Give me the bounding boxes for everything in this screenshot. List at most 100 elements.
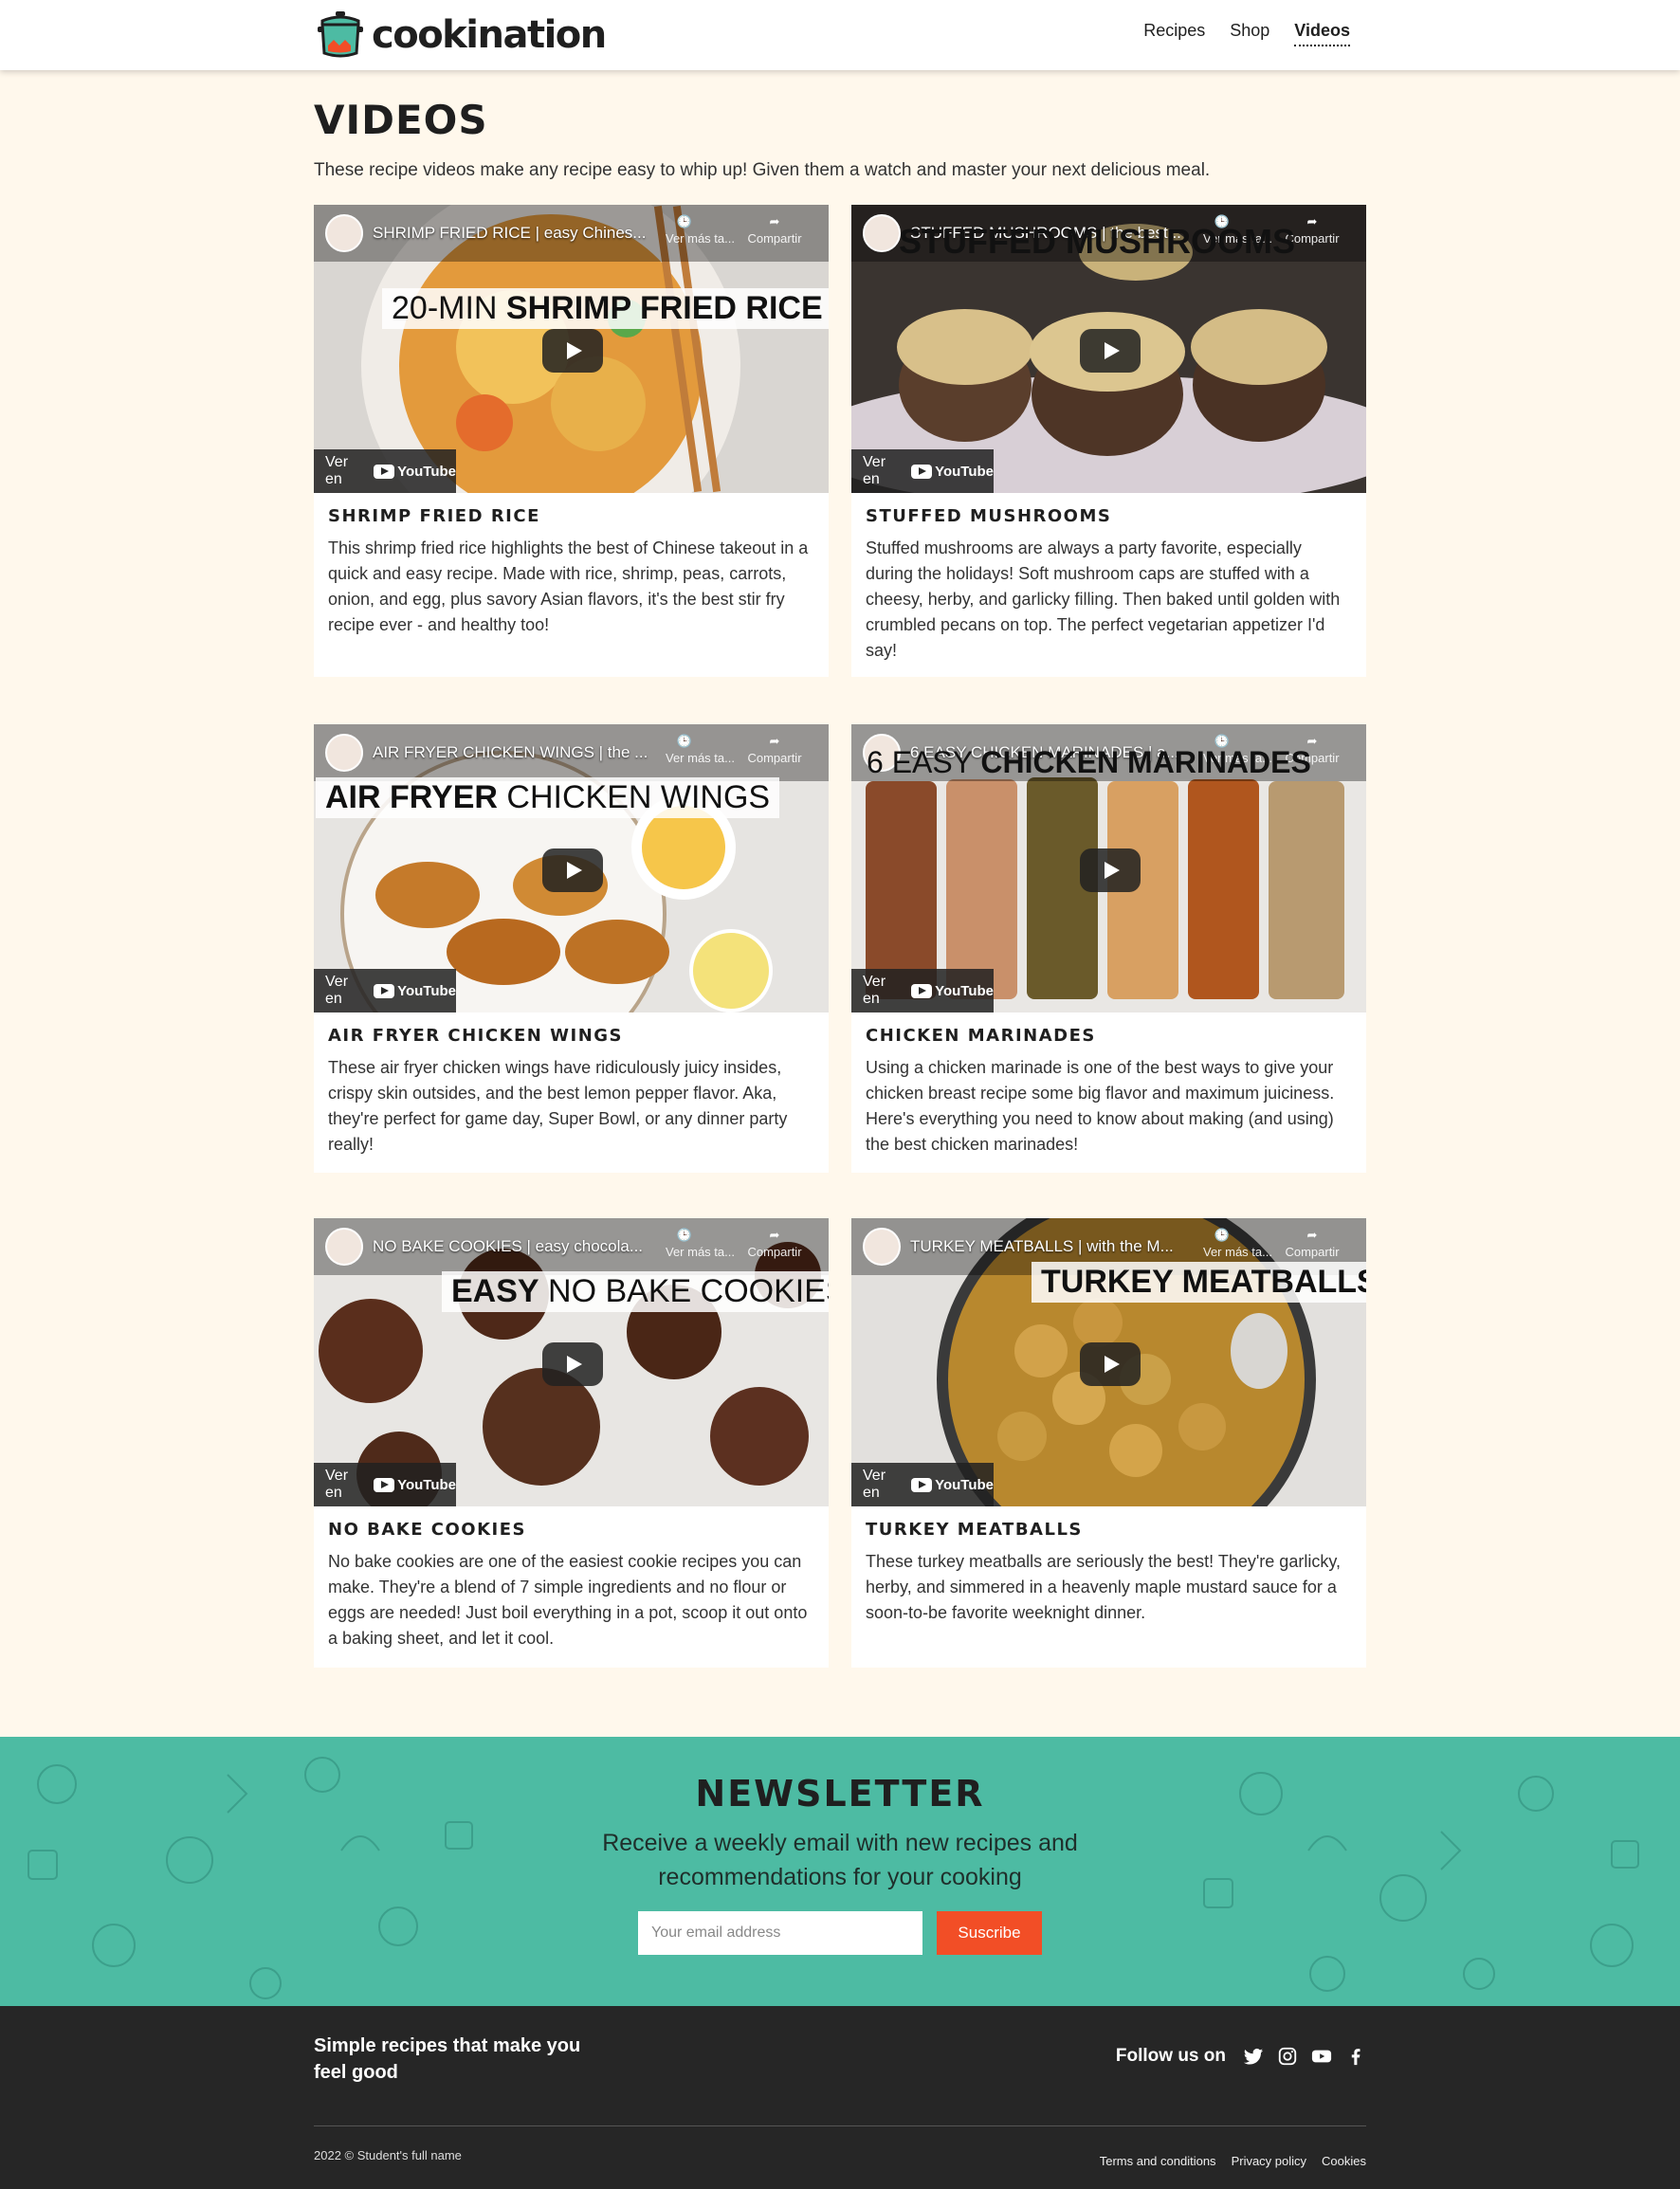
youtube-logo-icon: YouTube	[374, 983, 456, 999]
card-description: Using a chicken marinade is one of the b…	[866, 1058, 1335, 1154]
social-links: Follow us on	[1116, 2046, 1366, 2067]
terms-link[interactable]: Terms and conditions	[1100, 2154, 1216, 2168]
video-banner: TURKEY MEATBALLS	[1032, 1262, 1366, 1303]
youtube-logo-icon: YouTube	[374, 464, 456, 480]
share-icon: ➦	[769, 734, 780, 748]
page-title: VIDEOS	[314, 97, 488, 143]
clock-icon: 🕒	[676, 1228, 693, 1242]
youtube-logo-icon: YouTube	[374, 1477, 456, 1493]
watch-later-button[interactable]: 🕒 Ver más ta...	[666, 1228, 735, 1259]
youtube-logo-icon: YouTube	[911, 464, 994, 480]
video-card: TURKEY MEATBALLS | with the M... 🕒 Ver m…	[851, 1218, 1366, 1668]
copyright-text: 2022 © Student's full name	[314, 2148, 462, 2162]
facebook-icon[interactable]	[1345, 2046, 1366, 2067]
newsletter-title: NEWSLETTER	[695, 1773, 985, 1815]
share-icon: ➦	[769, 214, 780, 228]
card-title: CHICKEN MARINADES	[866, 1026, 1096, 1046]
newsletter-description: Receive a weekly email with new recipes …	[602, 1830, 1078, 1890]
share-button[interactable]: ➦ Compartir	[741, 1228, 808, 1259]
cooking-pot-icon	[318, 11, 363, 58]
site-logo[interactable]: cookination	[317, 9, 607, 61]
card-title: AIR FRYER CHICKEN WINGS	[328, 1026, 623, 1046]
video-card: NO BAKE COOKIES | easy chocola... 🕒 Ver …	[314, 1218, 829, 1668]
share-button[interactable]: ➦ Compartir	[1279, 1228, 1345, 1259]
video-overlay-title[interactable]: SHRIMP FRIED RICE | easy Chines...	[373, 224, 646, 243]
play-button[interactable]	[1080, 329, 1141, 373]
card-title: STUFFED MUSHROOMS	[866, 506, 1112, 526]
video-embed[interactable]: SHRIMP FRIED RICE | easy Chines... 🕒 Ver…	[314, 205, 829, 493]
video-banner: AIR FRYER CHICKEN WINGS	[316, 777, 780, 818]
watch-on-youtube-button[interactable]: Ver en YouTube	[851, 449, 994, 493]
watch-later-button[interactable]: 🕒 Ver más ta...	[666, 734, 735, 765]
video-embed[interactable]: AIR FRYER CHICKEN WINGS | the ... 🕒 Ver …	[314, 724, 829, 1012]
subscribe-button[interactable]: Suscribe	[937, 1911, 1042, 1955]
share-icon: ➦	[769, 1228, 780, 1242]
cookies-link[interactable]: Cookies	[1322, 2154, 1366, 2168]
nav-shop[interactable]: Shop	[1230, 21, 1269, 46]
newsletter-form: Suscribe	[0, 1911, 1680, 1955]
play-button[interactable]	[1080, 1342, 1141, 1386]
channel-avatar[interactable]	[325, 1228, 363, 1266]
card-description: Stuffed mushrooms are always a party fav…	[866, 538, 1341, 660]
nav-recipes[interactable]: Recipes	[1143, 21, 1205, 46]
video-embed[interactable]: TURKEY MEATBALLS | with the M... 🕒 Ver m…	[851, 1218, 1366, 1506]
watch-on-youtube-button[interactable]: Ver en YouTube	[314, 969, 456, 1012]
clock-icon: 🕒	[1214, 1228, 1231, 1242]
card-title: NO BAKE COOKIES	[328, 1520, 527, 1540]
play-button[interactable]	[1080, 848, 1141, 892]
share-button[interactable]: ➦ Compartir	[741, 734, 808, 765]
site-footer: Simple recipes that make you feel good F…	[0, 2006, 1680, 2189]
watch-later-button[interactable]: 🕒 Ver más ta...	[1203, 1228, 1272, 1259]
card-description: These air fryer chicken wings have ridic…	[328, 1058, 788, 1154]
video-card: SHRIMP FRIED RICE | easy Chines... 🕒 Ver…	[314, 205, 829, 677]
share-button[interactable]: ➦ Compartir	[741, 214, 808, 246]
card-description: No bake cookies are one of the easiest c…	[328, 1552, 808, 1648]
video-overlay-title[interactable]: TURKEY MEATBALLS | with the M...	[910, 1237, 1174, 1256]
share-icon: ➦	[1306, 214, 1318, 228]
instagram-icon[interactable]	[1277, 2046, 1298, 2067]
video-card: STUFFED MUSHROOMS | the best... 🕒 Ver má…	[851, 205, 1366, 677]
video-banner: EASY NO BAKE COOKIES	[442, 1271, 829, 1312]
card-title: TURKEY MEATBALLS	[866, 1520, 1083, 1540]
play-button[interactable]	[542, 1342, 603, 1386]
main-content: VIDEOS These recipe videos make any reci…	[314, 97, 1366, 1668]
clock-icon: 🕒	[676, 734, 693, 748]
video-overlay-title[interactable]: AIR FRYER CHICKEN WINGS | the ...	[373, 743, 648, 762]
privacy-link[interactable]: Privacy policy	[1232, 2154, 1306, 2168]
nav-videos[interactable]: Videos	[1294, 21, 1350, 46]
watch-on-youtube-button[interactable]: Ver en YouTube	[851, 1463, 994, 1506]
card-description: This shrimp fried rice highlights the be…	[328, 538, 809, 634]
video-embed[interactable]: 6 EASY CHICKEN MARINADES | a... 🕒 Ver má…	[851, 724, 1366, 1012]
video-banner: STUFFED MUSHROOMS	[899, 222, 1295, 261]
follow-label: Follow us on	[1115, 2046, 1226, 2066]
main-nav: Recipes Shop Videos	[1143, 21, 1350, 46]
card-title: SHRIMP FRIED RICE	[328, 506, 540, 526]
channel-avatar[interactable]	[325, 734, 363, 772]
page-intro: These recipe videos make any recipe easy…	[314, 160, 1211, 180]
watch-on-youtube-button[interactable]: Ver en YouTube	[314, 1463, 456, 1506]
twitter-icon[interactable]	[1243, 2046, 1264, 2067]
watch-on-youtube-button[interactable]: Ver en YouTube	[314, 449, 456, 493]
legal-links: Terms and conditions Privacy policy Cook…	[1100, 2154, 1366, 2168]
newsletter-section: NEWSLETTER Receive a weekly email with n…	[0, 1737, 1680, 2006]
play-button[interactable]	[542, 848, 603, 892]
channel-avatar[interactable]	[863, 1228, 901, 1266]
youtube-logo-icon: YouTube	[911, 983, 994, 999]
email-input[interactable]	[638, 1911, 922, 1955]
video-overlay-title[interactable]: NO BAKE COOKIES | easy chocola...	[373, 1237, 643, 1256]
video-card: AIR FRYER CHICKEN WINGS | the ... 🕒 Ver …	[314, 724, 829, 1173]
channel-avatar[interactable]	[325, 214, 363, 252]
watch-on-youtube-button[interactable]: Ver en YouTube	[851, 969, 994, 1012]
youtube-icon[interactable]	[1311, 2046, 1332, 2067]
play-button[interactable]	[542, 329, 603, 373]
video-banner: 6 EASY CHICKEN MARINADES	[867, 745, 1311, 779]
video-embed[interactable]: NO BAKE COOKIES | easy chocola... 🕒 Ver …	[314, 1218, 829, 1506]
video-banner: 20-MIN SHRIMP FRIED RICE	[382, 288, 829, 329]
watch-later-button[interactable]: 🕒 Ver más ta...	[666, 214, 735, 246]
video-card: 6 EASY CHICKEN MARINADES | a... 🕒 Ver má…	[851, 724, 1366, 1173]
footer-tagline: Simple recipes that make you feel good	[314, 2035, 581, 2083]
video-embed[interactable]: STUFFED MUSHROOMS | the best... 🕒 Ver má…	[851, 205, 1366, 493]
site-header: cookination Recipes Shop Videos	[0, 0, 1680, 70]
logo-text: cookination	[372, 13, 607, 57]
clock-icon: 🕒	[676, 214, 693, 228]
